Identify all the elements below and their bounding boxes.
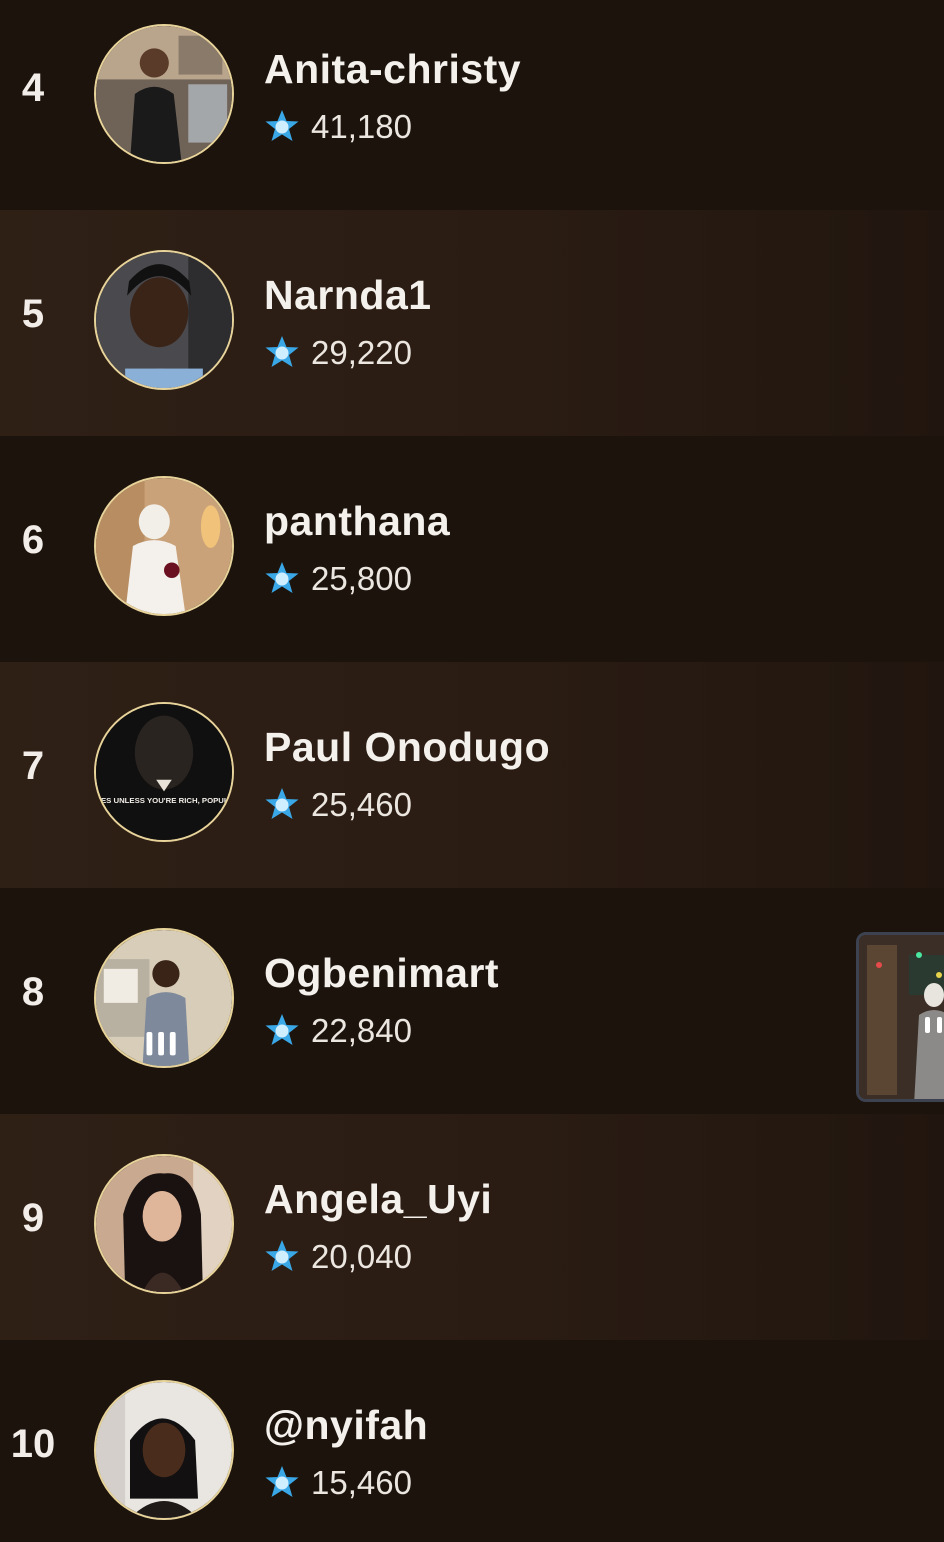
star-coin-icon bbox=[265, 110, 299, 141]
star-coin-icon bbox=[265, 1466, 299, 1497]
username[interactable]: Ogbenimart bbox=[264, 950, 499, 997]
leaderboard-row[interactable]: 8 Ogbenimart 22,840 bbox=[0, 888, 944, 1114]
avatar[interactable] bbox=[94, 1154, 234, 1294]
score-value: 22,840 bbox=[311, 1012, 412, 1049]
rank-number: 7 bbox=[21, 744, 45, 788]
username[interactable]: Angela_Uyi bbox=[264, 1176, 492, 1223]
floating-video-thumbnail[interactable] bbox=[856, 932, 944, 1102]
score-value: 25,460 bbox=[311, 786, 412, 823]
username[interactable]: Narnda1 bbox=[264, 272, 432, 319]
rank-number: 4 bbox=[21, 66, 45, 110]
rank-number: 10 bbox=[10, 1422, 56, 1466]
avatar[interactable] bbox=[94, 24, 234, 164]
leaderboard-row[interactable]: 5 Narnda1 29,220 bbox=[0, 210, 944, 436]
star-coin-icon bbox=[265, 788, 299, 819]
avatar[interactable] bbox=[94, 476, 234, 616]
username[interactable]: @nyifah bbox=[264, 1402, 428, 1449]
leaderboard-row[interactable]: 7 NOBODY CARES UNLESS YOU'RE RICH, POPUL… bbox=[0, 662, 944, 888]
username[interactable]: Anita-christy bbox=[264, 46, 521, 93]
leaderboard-row[interactable]: 10 @nyifah 15,460 bbox=[0, 1340, 944, 1542]
leaderboard-row[interactable]: 9 Angela_Uyi 20,040 bbox=[0, 1114, 944, 1340]
avatar[interactable]: NOBODY CARES UNLESS YOU'RE RICH, POPULAR… bbox=[94, 702, 234, 842]
leaderboard-list: 4 Anita-christy 41,180 5 Narnda1 29,220 … bbox=[0, 0, 944, 1542]
rank-number: 5 bbox=[21, 292, 45, 336]
rank-number: 6 bbox=[21, 518, 45, 562]
star-coin-icon bbox=[265, 336, 299, 367]
star-coin-icon bbox=[265, 1240, 299, 1271]
avatar-caption: NOBODY CARES UNLESS YOU'RE RICH, POPULAR… bbox=[96, 796, 232, 805]
star-coin-icon bbox=[265, 1014, 299, 1045]
avatar[interactable] bbox=[94, 1380, 234, 1520]
username[interactable]: panthana bbox=[264, 498, 450, 545]
avatar[interactable] bbox=[94, 250, 234, 390]
score-value: 29,220 bbox=[311, 334, 412, 371]
username[interactable]: Paul Onodugo bbox=[264, 724, 550, 771]
leaderboard-row[interactable]: 6 panthana 25,800 bbox=[0, 436, 944, 662]
rank-number: 9 bbox=[21, 1196, 45, 1240]
star-coin-icon bbox=[265, 562, 299, 593]
score-value: 41,180 bbox=[311, 108, 412, 145]
rank-number: 8 bbox=[21, 970, 45, 1014]
score-value: 15,460 bbox=[311, 1464, 412, 1501]
leaderboard-row[interactable]: 4 Anita-christy 41,180 bbox=[0, 0, 944, 210]
score-value: 25,800 bbox=[311, 560, 412, 597]
avatar[interactable] bbox=[94, 928, 234, 1068]
score-value: 20,040 bbox=[311, 1238, 412, 1275]
